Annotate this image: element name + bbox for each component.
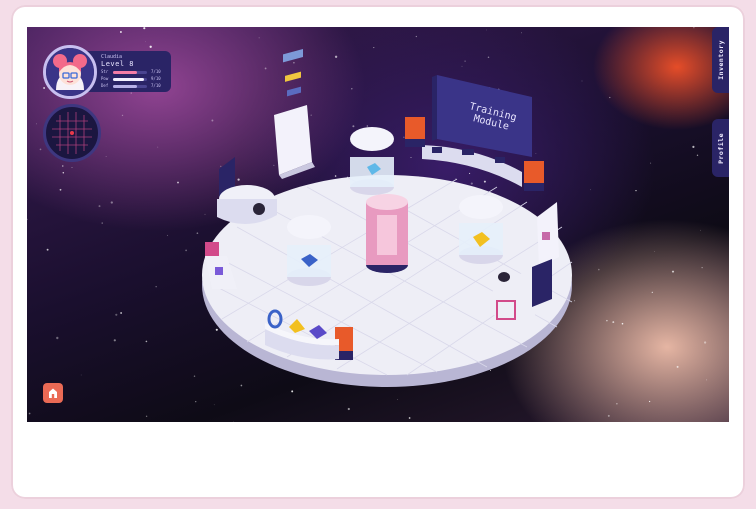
bookshelf[interactable] (274, 49, 315, 179)
stat-value: 7/10 (151, 83, 161, 88)
stat-bar (113, 85, 147, 88)
crate-top[interactable] (405, 117, 425, 147)
dome-right[interactable] (459, 195, 503, 264)
stat-label: Def (101, 83, 109, 88)
couch-left[interactable] (217, 185, 277, 225)
stat-def: Def 7/10 (101, 83, 167, 89)
stat-label: Str (101, 69, 109, 74)
stat-bar (113, 78, 147, 81)
avatar-icon[interactable] (43, 45, 97, 99)
tab-profile-label: Profile (716, 132, 725, 164)
central-pillar[interactable] (366, 194, 408, 273)
stat-value: 9/10 (151, 76, 161, 81)
crate-right[interactable] (524, 161, 544, 191)
stat-bar (113, 71, 147, 74)
home-button[interactable] (43, 383, 63, 403)
home-icon (49, 388, 57, 398)
stat-value: 7/10 (151, 69, 161, 74)
bottom-area (27, 422, 729, 494)
stat-pow: Pow 9/10 (101, 76, 167, 82)
player-level: Level 8 (101, 60, 135, 68)
training-module-sign[interactable]: Training Module (432, 75, 532, 157)
display-right-wall[interactable] (537, 202, 559, 267)
minimap-icon[interactable] (43, 104, 101, 162)
game-viewport[interactable]: Training Module Claudia Level 8 Str 7/10… (27, 27, 729, 422)
tab-inventory[interactable]: Inventory (712, 27, 729, 93)
dome-left[interactable] (287, 215, 331, 286)
dome-center[interactable] (350, 127, 394, 195)
tab-profile[interactable]: Profile (712, 119, 729, 177)
stat-label: Pow (101, 76, 109, 81)
stat-str: Str 7/10 (101, 69, 167, 75)
tab-inventory-label: Inventory (716, 40, 725, 80)
